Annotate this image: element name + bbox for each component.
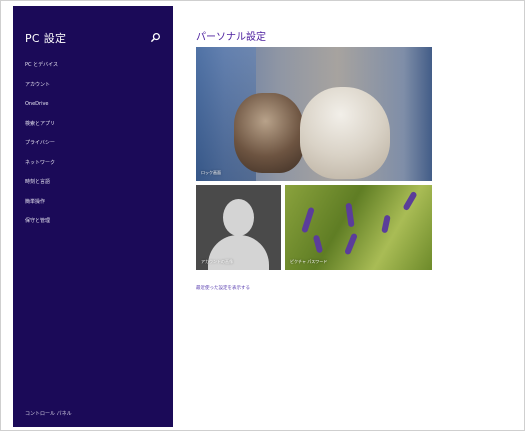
picture-password-label: ピクチャ パスワード (290, 259, 328, 264)
sidebar-nav: PC とデバイス アカウント OneDrive 検索とアプリ プライバシー ネッ… (25, 61, 58, 237)
lock-screen-label: ロック画面 (201, 170, 221, 175)
sidebar-item-accounts[interactable]: アカウント (25, 81, 58, 101)
sidebar-title: PC 設定 (25, 32, 67, 45)
page-title: パーソナル設定 (196, 32, 266, 43)
account-picture-label: アカウントの画像 (201, 259, 233, 264)
window: PC 設定 PC とデバイス アカウント OneDrive 検索とアプリ プライ… (0, 0, 525, 431)
tabby-cat-image (234, 93, 304, 173)
sidebar-item-pc-devices[interactable]: PC とデバイス (25, 61, 58, 81)
lavender-flower (312, 234, 324, 254)
control-panel-link[interactable]: コントロール パネル (25, 410, 72, 417)
lavender-flower (402, 190, 418, 212)
sidebar: PC 設定 PC とデバイス アカウント OneDrive 検索とアプリ プライ… (13, 6, 173, 427)
user-avatar-icon (223, 199, 254, 236)
sidebar-item-onedrive[interactable]: OneDrive (25, 100, 58, 120)
lavender-flower (381, 214, 391, 234)
picture-password-tile[interactable]: ピクチャ パスワード (285, 185, 432, 270)
lavender-flower (345, 202, 355, 228)
account-picture-tile[interactable]: アカウントの画像 (196, 185, 281, 270)
sidebar-item-time-language[interactable]: 時刻と言語 (25, 178, 58, 198)
sidebar-item-network[interactable]: ネットワーク (25, 159, 58, 179)
sidebar-item-search-apps[interactable]: 検索とアプリ (25, 120, 58, 140)
lavender-flower (344, 232, 358, 256)
sidebar-item-ease-of-access[interactable]: 簡単操作 (25, 198, 58, 218)
lavender-flower (301, 206, 315, 234)
search-icon[interactable] (150, 32, 161, 43)
recent-settings-link[interactable]: 最近使った設定を表示する (196, 285, 250, 291)
sidebar-item-privacy[interactable]: プライバシー (25, 139, 58, 159)
lock-screen-tile[interactable]: ロック画面 (196, 47, 432, 181)
white-cat-image (300, 87, 390, 179)
sidebar-item-update-recovery[interactable]: 保守と管理 (25, 217, 58, 237)
